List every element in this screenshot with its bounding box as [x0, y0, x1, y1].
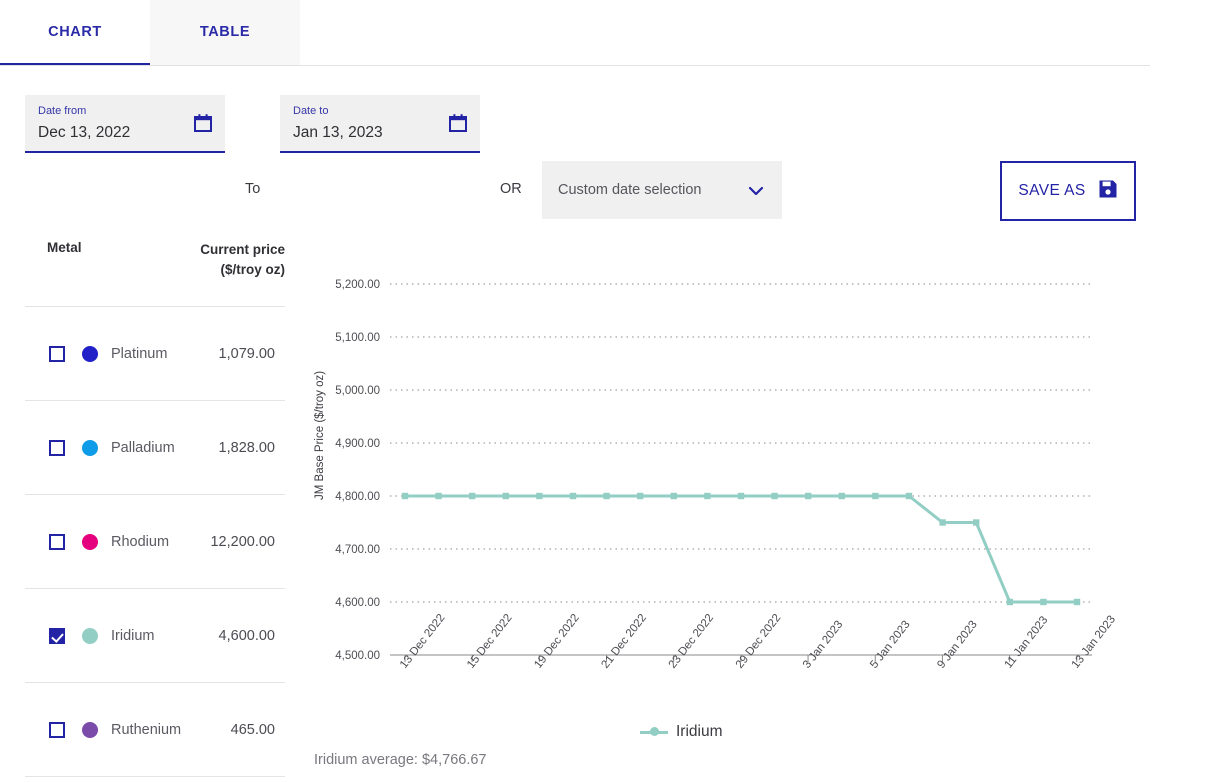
svg-text:5,100.00: 5,100.00: [335, 332, 380, 344]
calendar-icon[interactable]: [193, 113, 213, 133]
table-row[interactable]: Platinum 1,079.00: [25, 307, 285, 401]
metal-color-swatch: [82, 534, 98, 550]
metal-price: 1,079.00: [219, 346, 285, 362]
tab-bar: CHART TABLE: [0, 0, 1150, 66]
metal-table-header: Metal Current price ($/troy oz): [25, 218, 285, 307]
price-column-header: Current price ($/troy oz): [200, 240, 285, 280]
svg-text:15 Dec 2022: 15 Dec 2022: [465, 612, 515, 671]
tab-chart-label: CHART: [48, 24, 102, 40]
svg-text:13 Jan 2023: 13 Jan 2023: [1070, 614, 1118, 671]
svg-text:21 Dec 2022: 21 Dec 2022: [599, 612, 649, 671]
metal-price: 4,600.00: [219, 628, 285, 644]
svg-text:4,800.00: 4,800.00: [335, 491, 380, 503]
tab-chart[interactable]: CHART: [0, 0, 150, 66]
svg-text:11 Jan 2023: 11 Jan 2023: [1003, 614, 1051, 671]
date-from-field[interactable]: Date from Dec 13, 2022: [25, 95, 225, 153]
svg-text:4,600.00: 4,600.00: [335, 597, 380, 609]
svg-text:9 Jan 2023: 9 Jan 2023: [935, 619, 980, 671]
legend-line-marker: [640, 731, 668, 734]
date-from-label: Date from: [38, 104, 213, 118]
svg-text:3 Jan 2023: 3 Jan 2023: [801, 619, 846, 671]
metal-checkbox-ruthenium[interactable]: [49, 722, 65, 738]
metal-price: 12,200.00: [210, 534, 285, 550]
svg-text:5,200.00: 5,200.00: [335, 279, 380, 291]
calendar-icon[interactable]: [448, 113, 468, 133]
chart-legend[interactable]: Iridium: [640, 723, 723, 741]
table-row[interactable]: Rhodium 12,200.00: [25, 495, 285, 589]
metal-color-swatch: [82, 628, 98, 644]
metal-column-header: Metal: [25, 240, 82, 255]
price-column-header-line1: Current price: [200, 240, 285, 260]
tab-list: CHART TABLE: [0, 0, 1150, 66]
svg-text:5 Jan 2023: 5 Jan 2023: [868, 619, 913, 671]
filter-bar: Date from Dec 13, 2022 To Date to Jan 13…: [0, 66, 1221, 166]
to-separator-label: To: [245, 181, 260, 197]
svg-text:4,500.00: 4,500.00: [335, 650, 380, 662]
date-to-label: Date to: [293, 104, 468, 118]
metal-color-swatch: [82, 440, 98, 456]
metal-selection-table: Metal Current price ($/troy oz) Platinum…: [25, 218, 285, 777]
chart-canvas: 5,200.00 5,100.00 5,000.00 4,900.00 4,800.00…: [310, 200, 1140, 710]
metal-color-swatch: [82, 722, 98, 738]
metals-price-chart-page: CHART TABLE Date from Dec 13, 2022 To: [0, 0, 1221, 783]
price-chart: JM Base Price ($/troy oz) 5,200.005,100.…: [310, 200, 1140, 783]
save-as-label: SAVE AS: [1018, 182, 1085, 200]
tab-table-label: TABLE: [200, 24, 250, 40]
metal-name: Platinum: [111, 346, 219, 362]
metal-checkbox-platinum[interactable]: [49, 346, 65, 362]
average-summary: Iridium average: $4,766.67: [314, 752, 487, 768]
table-row[interactable]: Ruthenium 465.00: [25, 683, 285, 777]
metal-checkbox-rhodium[interactable]: [49, 534, 65, 550]
metal-name: Palladium: [111, 440, 219, 456]
metal-checkbox-palladium[interactable]: [49, 440, 65, 456]
custom-date-selection-value: Custom date selection: [558, 182, 701, 198]
metal-name: Rhodium: [111, 534, 210, 550]
table-row[interactable]: Palladium 1,828.00: [25, 401, 285, 495]
metal-name: Iridium: [111, 628, 219, 644]
svg-text:13 Dec 2022: 13 Dec 2022: [398, 612, 448, 671]
svg-text:5,000.00: 5,000.00: [335, 385, 380, 397]
svg-text:4,900.00: 4,900.00: [335, 438, 380, 450]
date-from-value: Dec 13, 2022: [38, 120, 213, 146]
or-separator-label: OR: [500, 181, 522, 197]
metal-price: 465.00: [231, 722, 285, 738]
metal-checkbox-iridium[interactable]: [49, 628, 65, 644]
metal-price: 1,828.00: [219, 440, 285, 456]
svg-text:19 Dec 2022: 19 Dec 2022: [532, 612, 582, 671]
legend-label: Iridium: [676, 723, 723, 741]
date-to-field[interactable]: Date to Jan 13, 2023: [280, 95, 480, 153]
svg-text:4,700.00: 4,700.00: [335, 544, 380, 556]
svg-text:23 Dec 2022: 23 Dec 2022: [667, 612, 717, 671]
date-to-value: Jan 13, 2023: [293, 120, 468, 146]
metal-color-swatch: [82, 346, 98, 362]
table-row[interactable]: Iridium 4,600.00: [25, 589, 285, 683]
price-column-header-line2: ($/troy oz): [200, 260, 285, 280]
metal-name: Ruthenium: [111, 722, 231, 738]
svg-text:29 Dec 2022: 29 Dec 2022: [734, 612, 784, 671]
tab-table[interactable]: TABLE: [150, 0, 300, 66]
